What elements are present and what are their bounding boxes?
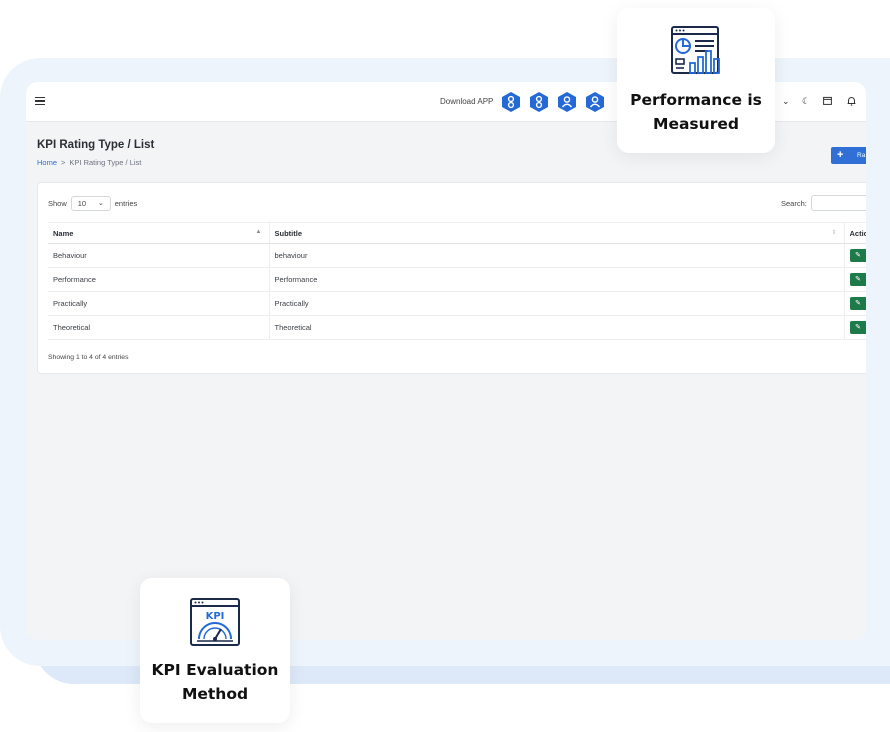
feature-kpi-line1: KPI Evaluation xyxy=(151,661,279,679)
add-rating-type-button[interactable]: + Ra xyxy=(831,147,866,164)
moon-icon[interactable]: ☾ xyxy=(802,96,810,107)
table-row: Behaviour behaviour ✎ xyxy=(48,243,866,268)
column-header-action: Actio xyxy=(844,222,866,244)
cell-subtitle: Theoretical xyxy=(269,315,845,340)
page-header: KPI Rating Type / List Home > KPI Rating T… xyxy=(37,139,154,167)
table-header-row: Name ▲ Subtitle ⇕ Actio xyxy=(48,222,866,244)
feature-card-kpi: KPI KPI Evaluation Method xyxy=(140,578,290,723)
cell-name: Behaviour xyxy=(48,243,270,268)
cell-action: ✎ xyxy=(844,291,866,316)
cell-action: ✎ xyxy=(844,243,866,268)
cell-subtitle: behaviour xyxy=(269,243,845,268)
cell-subtitle: Practically xyxy=(269,291,845,316)
chevron-down-icon: ⌄ xyxy=(97,200,104,207)
search-control: Search: xyxy=(781,195,866,211)
feature-performance-line1: Performance is xyxy=(630,91,762,109)
cell-name: Theoretical xyxy=(48,315,270,340)
cell-name: Performance xyxy=(48,267,270,292)
sort-asc-icon: ▲ xyxy=(255,229,262,235)
download-app-label: Download APP xyxy=(440,97,494,106)
analytics-dashboard-icon xyxy=(671,26,720,74)
menu-icon[interactable] xyxy=(35,97,45,106)
feature-performance-line2: Measured xyxy=(653,115,739,133)
feature-card-performance: Performance is Measured xyxy=(617,8,775,153)
show-label: Show xyxy=(48,199,67,208)
bell-icon[interactable] xyxy=(847,96,856,108)
chevron-down-icon[interactable]: ⌄ xyxy=(782,96,790,107)
breadcrumb-current: KPI Rating Type / List xyxy=(69,158,142,167)
search-input[interactable] xyxy=(810,195,866,211)
app-store-icon[interactable] xyxy=(585,91,605,113)
table-info: Showing 1 to 4 of 4 entries xyxy=(48,354,129,361)
kpi-icon-text: KPI xyxy=(206,611,225,622)
data-table: Name ▲ Subtitle ⇕ Actio Behaviour behaviou… xyxy=(48,222,866,340)
play-store-icon[interactable] xyxy=(529,91,549,113)
column-header-subtitle[interactable]: Subtitle ⇕ xyxy=(269,222,845,244)
edit-button[interactable]: ✎ xyxy=(849,297,866,310)
cell-action: ✎ xyxy=(844,267,866,292)
app-window: Download APP ⌄ ☾ KPI Rating Type / List … xyxy=(26,82,866,640)
search-label: Search: xyxy=(781,198,807,208)
page-size-value: 10 xyxy=(77,199,87,208)
breadcrumb-separator: > xyxy=(61,158,66,167)
table-row: Theoretical Theoretical ✎ xyxy=(48,315,866,340)
add-button-label: Ra xyxy=(857,152,866,159)
list-card: Show 10 ⌄ entries Search: Name ▲ Subtitle… xyxy=(37,182,866,374)
column-header-name[interactable]: Name ▲ xyxy=(48,222,270,244)
entries-label: entries xyxy=(114,199,138,208)
app-store-icon[interactable] xyxy=(557,91,577,113)
breadcrumb-home-link[interactable]: Home xyxy=(37,158,57,167)
breadcrumb: Home > KPI Rating Type / List xyxy=(37,158,154,167)
calendar-icon[interactable] xyxy=(823,96,832,107)
page-title: KPI Rating Type / List xyxy=(37,139,155,151)
kpi-gauge-icon: KPI xyxy=(190,598,240,646)
page-size-select[interactable]: 10 ⌄ xyxy=(70,196,111,211)
feature-kpi-line2: Method xyxy=(181,685,249,703)
plus-icon: + xyxy=(837,149,844,161)
table-row: Performance Performance ✎ xyxy=(48,267,866,292)
edit-button[interactable]: ✎ xyxy=(849,321,866,334)
page-size-control: Show 10 ⌄ entries xyxy=(48,196,137,211)
sort-icon: ⇕ xyxy=(831,230,837,236)
table-row: Practically Practically ✎ xyxy=(48,291,866,316)
edit-button[interactable]: ✎ xyxy=(849,249,866,262)
play-store-icon[interactable] xyxy=(501,91,521,113)
edit-button[interactable]: ✎ xyxy=(849,273,866,286)
cell-subtitle: Performance xyxy=(269,267,845,292)
cell-action: ✎ xyxy=(844,315,866,340)
cell-name: Practically xyxy=(48,291,270,316)
stage: Download APP ⌄ ☾ KPI Rating Type / List … xyxy=(0,0,890,732)
